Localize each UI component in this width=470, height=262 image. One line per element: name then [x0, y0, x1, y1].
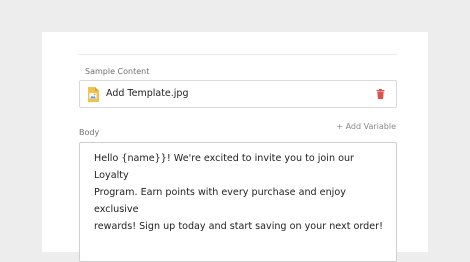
trash-icon[interactable]	[376, 89, 385, 99]
attachment-row[interactable]: Add Template.jpg	[79, 80, 397, 108]
sample-content-label: Sample Content	[85, 67, 150, 76]
body-textarea[interactable]: Hello {name}}! We're excited to invite y…	[79, 142, 397, 262]
add-variable-link[interactable]: + Add Variable	[336, 122, 396, 131]
file-name: Add Template.jpg	[106, 88, 189, 99]
divider	[78, 54, 398, 55]
body-label: Body	[79, 128, 100, 137]
image-file-icon	[88, 87, 99, 102]
template-card: Sample Content Add Template.jpg Body + A…	[42, 32, 428, 262]
